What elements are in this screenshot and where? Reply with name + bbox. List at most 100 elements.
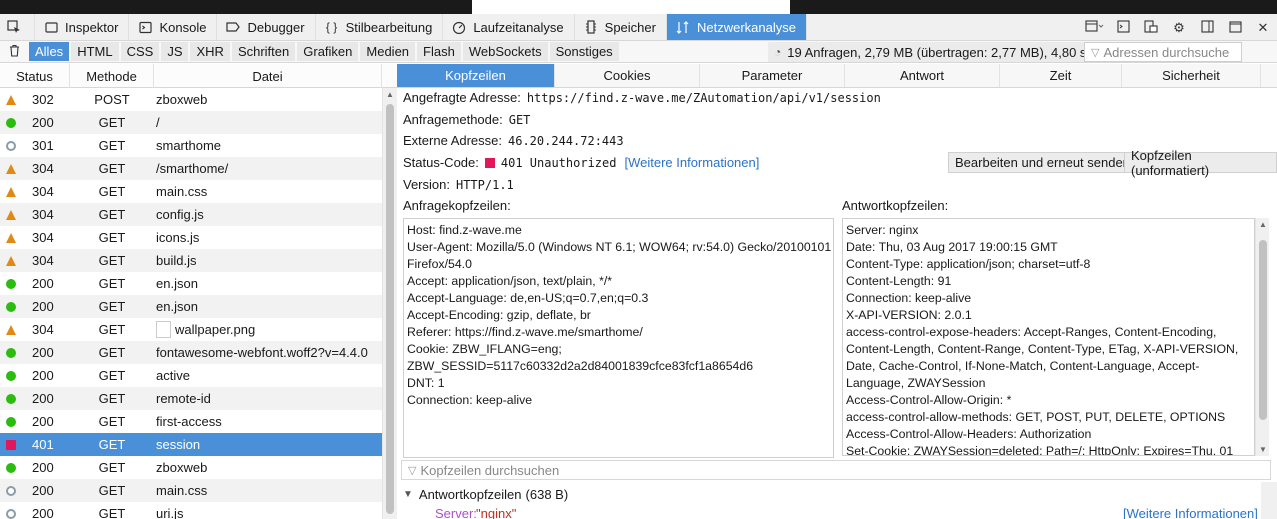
status-indicator-icon: [6, 232, 16, 243]
status-cell: 304: [0, 161, 70, 176]
status-cell: 200: [0, 299, 70, 314]
file-cell: /: [154, 115, 160, 130]
tab-performance[interactable]: Laufzeitanalyse: [443, 14, 575, 40]
file-name: main.css: [156, 483, 208, 498]
table-row[interactable]: 304 GET build.js: [0, 249, 382, 272]
tab-network[interactable]: Netzwerkanalyse: [666, 14, 807, 40]
status-cell: 304: [0, 230, 70, 245]
filter-images[interactable]: Grafiken: [297, 42, 359, 61]
table-row[interactable]: 200 GET first-access: [0, 410, 382, 433]
table-row[interactable]: 302 POST zboxweb: [0, 88, 382, 111]
response-headers-textbox[interactable]: Server: nginx Date: Thu, 03 Aug 2017 19:0…: [842, 218, 1255, 456]
tab-inspector[interactable]: Inspektor: [35, 14, 130, 40]
file-name: config.js: [156, 207, 204, 222]
header-search-placeholder: Kopfzeilen durchsuchen: [420, 462, 560, 478]
tab-debugger[interactable]: Debugger: [217, 14, 316, 40]
response-headers-section-toggle[interactable]: ▼ Antwortkopfzeilen (638 B): [397, 484, 1277, 504]
request-header-line: Accept: application/json, text/plain, */…: [407, 274, 613, 288]
tab-memory[interactable]: Speicher: [575, 14, 667, 40]
table-row[interactable]: 200 GET zboxweb: [0, 456, 382, 479]
split-console-button[interactable]: [1081, 15, 1109, 41]
response-headers-scrollbar[interactable]: ▲ ▼: [1255, 218, 1269, 456]
details-tabbar: Kopfzeilen Cookies Parameter Antwort Zei…: [397, 64, 1277, 88]
settings-button[interactable]: ⚙: [1165, 15, 1193, 41]
column-file[interactable]: Datei: [154, 64, 382, 88]
request-summary[interactable]: ◔ 19 Anfragen, 2,79 MB (übertragen: 2,77…: [768, 42, 1093, 62]
column-method[interactable]: Methode: [70, 64, 154, 88]
details-scrollbar[interactable]: [1261, 482, 1277, 519]
table-row[interactable]: 200 GET active: [0, 364, 382, 387]
headers-panel: Angefragte Adresse: https://find.z-wave.…: [397, 88, 1277, 519]
more-info-link[interactable]: [Weitere Informationen]: [1123, 506, 1258, 519]
tab-style-editor[interactable]: { } Stilbearbeitung: [316, 14, 444, 40]
status-indicator-icon: [6, 163, 16, 174]
table-row[interactable]: 200 GET /: [0, 111, 382, 134]
request-headers-textbox[interactable]: Host: find.z-wave.me User-Agent: Mozilla/…: [403, 218, 834, 458]
filter-media[interactable]: Medien: [360, 42, 416, 61]
console-toggle-button[interactable]: [1109, 15, 1137, 41]
table-row[interactable]: 304 GET wallpaper.png: [0, 318, 382, 341]
scrollbar-thumb[interactable]: [386, 104, 394, 514]
file-cell: /smarthome/: [154, 161, 228, 176]
filter-fonts[interactable]: Schriften: [231, 42, 296, 61]
response-headers-label: Antwortkopfzeilen:: [842, 198, 949, 213]
raw-headers-button[interactable]: Kopfzeilen (unformatiert): [1124, 148, 1277, 178]
status-code: 200: [32, 115, 54, 130]
status-indicator-icon: [6, 301, 16, 312]
table-row[interactable]: 304 GET main.css: [0, 180, 382, 203]
header-search-input[interactable]: ▽ Kopfzeilen durchsuchen: [401, 460, 1271, 480]
more-info-link[interactable]: [Weitere Informationen]: [624, 155, 759, 170]
element-picker-button[interactable]: [0, 14, 35, 40]
response-header-line: Server: nginx: [846, 223, 919, 237]
dock-side-button[interactable]: [1193, 15, 1221, 41]
status-indicator-icon: [6, 370, 16, 381]
close-icon: ✕: [1257, 19, 1269, 35]
tab-console[interactable]: Konsole: [129, 14, 218, 40]
filter-other[interactable]: Sonstiges: [549, 42, 619, 61]
filter-html[interactable]: HTML: [71, 42, 119, 61]
file-cell: fontawesome-webfont.woff2?v=4.4.0: [154, 345, 368, 360]
url-filter-input[interactable]: ▽ Adressen durchsuche: [1084, 42, 1242, 62]
table-row[interactable]: 200 GET remote-id: [0, 387, 382, 410]
tab-security[interactable]: Sicherheit: [1122, 64, 1261, 87]
separate-window-button[interactable]: [1221, 15, 1249, 41]
request-list-scrollbar[interactable]: ▲: [382, 88, 397, 519]
tab-label: Netzwerkanalyse: [696, 19, 796, 35]
table-row[interactable]: 304 GET icons.js: [0, 226, 382, 249]
filter-all[interactable]: Alles: [29, 42, 70, 61]
table-row[interactable]: 200 GET en.json: [0, 295, 382, 318]
tab-response[interactable]: Antwort: [845, 64, 1000, 87]
filter-flash[interactable]: Flash: [417, 42, 461, 61]
filter-js[interactable]: JS: [161, 42, 189, 61]
file-cell: smarthome: [154, 138, 221, 153]
edit-resend-button[interactable]: Bearbeiten und erneut senden: [948, 152, 1137, 173]
browser-chrome-left: [0, 0, 472, 14]
status-code: 304: [32, 253, 54, 268]
table-row[interactable]: 200 GET en.json: [0, 272, 382, 295]
table-row[interactable]: 200 GET uri.js: [0, 502, 382, 519]
filter-websockets[interactable]: WebSockets: [462, 42, 548, 61]
table-row[interactable]: 301 GET smarthome: [0, 134, 382, 157]
tab-label: Debugger: [247, 19, 305, 35]
status-error-icon: [484, 157, 495, 168]
table-row[interactable]: 401 GET session: [0, 433, 382, 456]
column-status[interactable]: Status: [0, 64, 70, 88]
tab-cookies[interactable]: Cookies: [555, 64, 700, 87]
version-label: Version:: [403, 177, 450, 192]
filter-xhr[interactable]: XHR: [190, 42, 230, 61]
status-cell: 200: [0, 345, 70, 360]
responsive-design-button[interactable]: [1137, 15, 1165, 41]
tab-params[interactable]: Parameter: [700, 64, 845, 87]
table-row[interactable]: 200 GET main.css: [0, 479, 382, 502]
table-row[interactable]: 304 GET config.js: [0, 203, 382, 226]
tab-headers[interactable]: Kopfzeilen: [397, 64, 555, 87]
clear-button[interactable]: [3, 42, 25, 62]
table-row[interactable]: 200 GET fontawesome-webfont.woff2?v=4.4.0: [0, 341, 382, 364]
request-header-line: Firefox/54.0: [407, 257, 472, 271]
scrollbar-thumb[interactable]: [1259, 240, 1267, 420]
close-devtools-button[interactable]: ✕: [1249, 15, 1277, 41]
tab-timings[interactable]: Zeit: [1000, 64, 1122, 87]
table-row[interactable]: 304 GET/smarthome/: [0, 157, 382, 180]
pick-element-icon: [6, 19, 22, 35]
filter-css[interactable]: CSS: [120, 42, 160, 61]
